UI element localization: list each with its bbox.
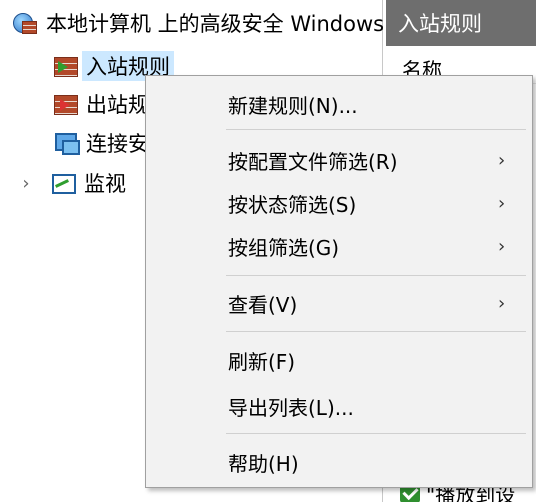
menu-separator	[226, 331, 526, 332]
menu-item-view[interactable]: 查看(V) ›	[146, 283, 532, 323]
expand-chevron-icon[interactable]: ›	[18, 171, 34, 195]
menu-item-new-rule[interactable]: 新建规则(N)...	[146, 84, 532, 124]
menu-item-refresh[interactable]: 刷新(F)	[146, 340, 532, 380]
connection-security-icon	[52, 131, 80, 155]
tree-item-label: 监视	[84, 172, 126, 196]
menu-item-filter-by-state[interactable]: 按状态筛选(S) ›	[146, 183, 532, 223]
submenu-arrow-icon: ›	[498, 149, 506, 171]
submenu-arrow-icon: ›	[498, 292, 506, 314]
menu-item-filter-by-profile[interactable]: 按配置文件筛选(R) ›	[146, 140, 532, 180]
mmc-window: 本地计算机 上的高级安全 Windows Defender 防火墙 入站规则 出…	[0, 0, 536, 502]
menu-item-label: 导出列表(L)...	[228, 395, 354, 420]
menu-item-label: 查看(V)	[228, 292, 298, 317]
menu-item-export-list[interactable]: 导出列表(L)...	[146, 386, 532, 426]
menu-item-label: 刷新(F)	[228, 349, 296, 374]
tree-item-monitor[interactable]: › 监视	[18, 168, 126, 198]
results-pane-header: 入站规则	[386, 0, 536, 46]
menu-item-label: 新建规则(N)...	[228, 93, 358, 118]
outbound-rules-icon	[52, 92, 78, 116]
menu-item-label: 按配置文件筛选(R)	[228, 149, 398, 174]
menu-separator	[226, 129, 526, 130]
menu-item-label: 帮助(H)	[228, 451, 299, 476]
menu-item-label: 按状态筛选(S)	[228, 192, 357, 217]
context-menu: 新建规则(N)... 按配置文件筛选(R) › 按状态筛选(S) › 按组筛选(…	[145, 75, 533, 488]
inbound-rules-icon	[52, 54, 78, 78]
menu-item-filter-by-group[interactable]: 按组筛选(G) ›	[146, 226, 532, 266]
menu-item-label: 按组筛选(G)	[228, 235, 340, 260]
submenu-arrow-icon: ›	[498, 192, 506, 214]
monitor-icon	[50, 171, 76, 195]
menu-item-help[interactable]: 帮助(H)	[146, 442, 532, 482]
submenu-arrow-icon: ›	[498, 235, 506, 257]
menu-separator	[226, 433, 526, 434]
menu-separator	[226, 275, 526, 276]
firewall-globe-icon	[12, 11, 38, 35]
